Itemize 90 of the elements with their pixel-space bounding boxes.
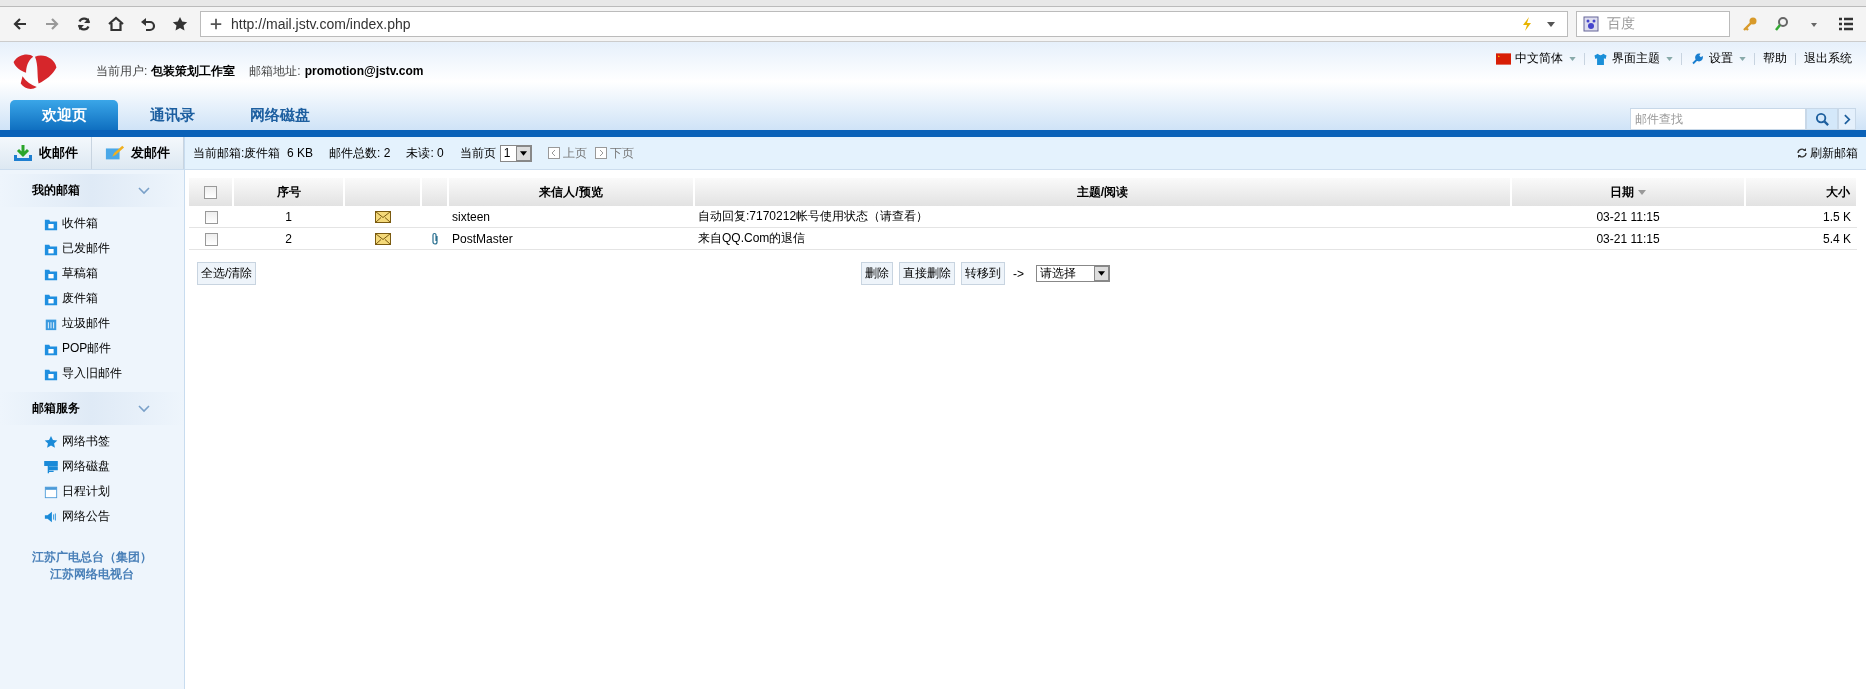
page-label: 当前页	[459, 144, 496, 162]
previous-page-link[interactable]: 上页	[547, 144, 587, 162]
column-header[interactable]: 主题/阅读	[694, 178, 1511, 206]
header-link[interactable]: 界面主题	[1612, 50, 1660, 67]
unread-count: 未读: 0	[406, 144, 444, 162]
row-checkbox[interactable]	[204, 232, 218, 246]
mail-total: 邮件总数: 2	[329, 144, 391, 162]
folder-link[interactable]: 导入旧邮件	[62, 365, 122, 382]
folder-link[interactable]: 废件箱	[62, 290, 98, 307]
dropdown-arrow-icon	[1098, 271, 1105, 276]
column-header[interactable]: 来信人/预览	[448, 178, 694, 206]
action-button[interactable]: 删除	[861, 262, 893, 285]
page-select[interactable]: 1	[499, 144, 532, 162]
dropdown-arrow-icon	[519, 150, 527, 156]
next-page-link[interactable]: 下页	[594, 144, 634, 162]
folder-link[interactable]: 网络磁盘	[62, 458, 110, 475]
table-cell: 2	[233, 227, 344, 250]
expand-button[interactable]	[1838, 108, 1856, 130]
column-header[interactable]: 序号	[233, 178, 344, 206]
arrow-text: ->	[1013, 266, 1024, 281]
arrow-right-icon	[594, 147, 607, 159]
folder-link[interactable]: POP邮件	[62, 340, 112, 357]
home-icon[interactable]	[108, 16, 124, 32]
folder-link[interactable]: 垃圾邮件	[62, 315, 110, 332]
header-link[interactable]: 中文简体	[1515, 50, 1563, 67]
folder-link[interactable]: 收件箱	[62, 215, 98, 232]
size-cell: 1.5 K	[1745, 206, 1857, 228]
menu-icon[interactable]	[1838, 16, 1854, 32]
header-link[interactable]: 退出系统	[1804, 50, 1852, 67]
refresh-link[interactable]: 刷新邮箱	[1796, 144, 1858, 162]
header-link[interactable]: 帮助	[1763, 50, 1787, 67]
size-cell: 5.4 K	[1745, 227, 1857, 250]
email-address: promotion@jstv.com	[304, 64, 424, 78]
pencil-note-icon	[105, 144, 125, 162]
wrench-icon	[1690, 52, 1705, 65]
folder-link[interactable]: 网络书签	[62, 433, 110, 450]
star-icon	[44, 434, 58, 449]
speaker-icon	[44, 509, 58, 524]
select-all-button[interactable]: 全选/清除	[197, 262, 257, 285]
folder-link[interactable]: 已发邮件	[62, 240, 110, 257]
row-checkbox[interactable]	[204, 210, 218, 224]
action-button[interactable]: 转移到	[961, 262, 1005, 285]
plus-icon[interactable]	[209, 17, 223, 31]
organization-name: 江苏网络电视台	[50, 566, 134, 583]
paw-icon	[1583, 16, 1599, 32]
back-icon[interactable]	[12, 16, 28, 32]
nav-tab[interactable]: 通讯录	[118, 100, 226, 130]
shirt-icon	[1593, 52, 1608, 65]
date-cell: 03-21 11:15	[1511, 227, 1745, 250]
flag-icon	[1496, 52, 1511, 65]
subject-cell[interactable]: 自动回复:7170212帐号使用状态（请查看）	[694, 206, 1511, 228]
forward-icon[interactable]	[44, 16, 60, 32]
column-header[interactable]: 大小	[1745, 178, 1857, 206]
folder-link[interactable]: 草稿箱	[62, 265, 98, 282]
nav-tab[interactable]: 网络磁盘	[226, 100, 334, 130]
envelope-icon	[374, 233, 391, 246]
subject-cell[interactable]: 来自QQ.Com的退信	[694, 227, 1511, 250]
mailbox-label: 当前邮箱:	[193, 144, 245, 162]
select-all-checkbox[interactable]	[204, 186, 217, 200]
date-cell: 03-21 11:15	[1511, 206, 1745, 228]
star-icon[interactable]	[172, 16, 188, 32]
refresh-icon	[1796, 147, 1808, 159]
search-button[interactable]	[1806, 108, 1838, 130]
nav-tab[interactable]: 欢迎页	[10, 100, 118, 130]
organization-name: 江苏广电总台（集团）	[32, 549, 152, 566]
address-label: 邮箱地址:	[249, 62, 301, 80]
arrow-left-icon	[547, 147, 560, 159]
table-cell: 1	[233, 206, 344, 228]
sender-cell[interactable]: sixteen	[448, 206, 694, 228]
sort-arrow-icon	[1637, 189, 1646, 195]
user-label: 当前用户:	[96, 62, 148, 80]
undo-icon[interactable]	[140, 16, 156, 32]
envelope-icon	[374, 211, 391, 224]
action-button[interactable]: 直接删除	[899, 262, 955, 285]
sender-cell[interactable]: PostMaster	[448, 227, 694, 250]
mailbox-info: 废件箱 6 KB	[244, 144, 314, 162]
mail-action-button[interactable]: 收邮件	[0, 137, 92, 169]
folder-select[interactable]: 请选择	[1036, 265, 1110, 282]
user-name: 包装策划工作室	[151, 62, 236, 80]
reload-icon[interactable]	[76, 16, 92, 32]
header-link[interactable]: 设置	[1709, 50, 1733, 67]
folder-link[interactable]: 日程计划	[62, 483, 110, 500]
column-header[interactable]: 日期	[1511, 178, 1745, 206]
chevron-right-icon	[1843, 113, 1851, 125]
folder-link[interactable]: 网络公告	[62, 508, 110, 525]
mail-action-button[interactable]: 发邮件	[92, 137, 184, 169]
address-bar[interactable]: http://mail.jstv.com/index.php	[200, 11, 1568, 37]
download-tray-icon	[13, 144, 33, 162]
search-icon	[1814, 111, 1830, 127]
calendar-icon	[44, 484, 58, 499]
